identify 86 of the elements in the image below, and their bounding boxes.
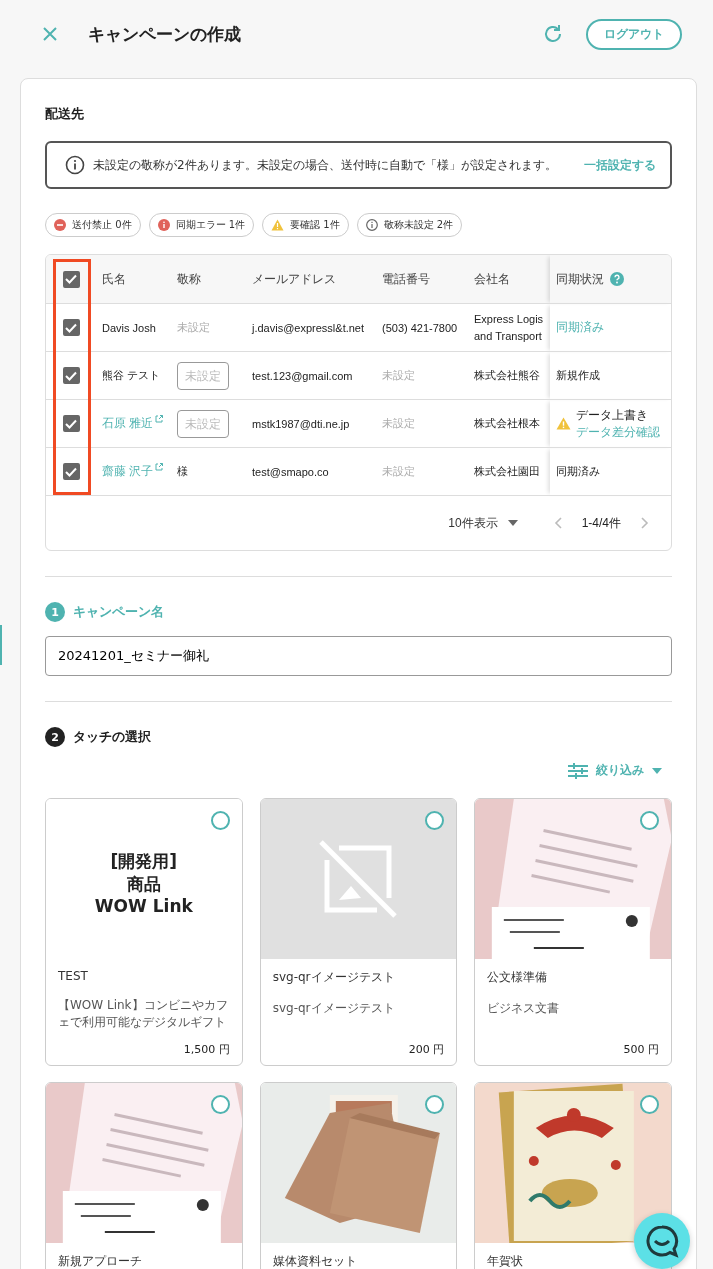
info-icon (365, 219, 378, 231)
company-text: 株式会社熊谷 (474, 369, 540, 382)
contact-name: 熊谷 テスト (102, 369, 161, 381)
product-card[interactable]: svg-qrイメージテスト svg-qrイメージテスト 200 円 (259, 798, 458, 1066)
email-text: mstk1987@dti.ne.jp (252, 417, 350, 430)
card-description: ビジネス文書 (487, 1000, 561, 1017)
column-header: 会社名 (474, 271, 510, 286)
column-header: 電話番号 (382, 271, 430, 286)
page-title: キャンペーンの作成 (88, 22, 241, 46)
page-range: 1-4/4件 (581, 514, 621, 532)
filter-chip[interactable]: 要確認 1件 (262, 213, 349, 237)
refresh-icon[interactable] (542, 23, 564, 45)
step-title: タッチの選択 (73, 728, 151, 746)
filter-chip[interactable]: 送付禁止 0件 (45, 213, 141, 237)
image-caption: 商品 (126, 872, 161, 896)
unset-text: 未設定 (382, 369, 415, 381)
email-text: j.davis@expressl&t.net (252, 321, 365, 334)
product-card[interactable]: 公文様準備 ビジネス文書 500 円 (474, 798, 672, 1066)
minus-circle-icon (54, 219, 66, 231)
sync-status: データ上書き (576, 406, 649, 424)
card-price: 200 円 (408, 1042, 445, 1057)
sliders-icon (568, 762, 588, 779)
previous-page-icon[interactable] (553, 517, 562, 529)
alert-circle-icon (157, 219, 170, 231)
step-title: キャンペーン名 (73, 603, 164, 621)
section-heading: 配送先 (45, 105, 85, 123)
caret-icon (652, 767, 662, 774)
info-icon (65, 155, 85, 175)
step-number: 1 (45, 602, 65, 622)
campaign-name-field[interactable]: 20241201_セミナー御礼 (45, 636, 672, 676)
column-header: メールアドレス (252, 271, 336, 286)
sync-status: 新規作成 (556, 369, 600, 381)
card-title: 公文様準備 (487, 969, 549, 986)
caret-icon (507, 520, 518, 526)
select-all-checkbox[interactable] (62, 270, 80, 288)
honorific-text: 様 (177, 465, 188, 477)
select-radio[interactable] (425, 811, 445, 830)
company-text: 株式会社根本 (474, 417, 540, 430)
card-price: 500 円 (623, 1042, 659, 1057)
row-checkbox[interactable] (62, 463, 80, 480)
unset-text: 未設定 (177, 321, 210, 333)
image-caption: WOW Link (94, 895, 193, 919)
select-radio[interactable] (210, 811, 230, 830)
warning-icon (556, 417, 571, 430)
product-card[interactable]: 年賀状 (474, 1082, 672, 1269)
image-caption: [開発用] (110, 849, 178, 873)
product-card[interactable]: 媒体資料セット (259, 1082, 458, 1269)
unset-text: 未設定 (382, 417, 415, 429)
product-card[interactable]: 新規アプローチ (45, 1082, 243, 1269)
next-page-icon[interactable] (641, 517, 649, 529)
filter-chip[interactable]: 同期エラー 1件 (148, 213, 255, 237)
external-link-icon (155, 415, 164, 423)
page-size-dropdown[interactable]: 10件表示 (442, 513, 524, 533)
column-header: 同期状況 (556, 270, 604, 288)
warning-icon (271, 219, 285, 231)
external-link-icon (155, 463, 164, 471)
card-title: TEST (58, 969, 89, 983)
card-title: svg-qrイメージテスト (272, 969, 396, 986)
card-title: 新規アプローチ (58, 1253, 143, 1269)
row-checkbox[interactable] (62, 367, 80, 384)
help-icon[interactable] (610, 272, 624, 286)
honorific-field[interactable]: 未設定 (177, 361, 229, 390)
sync-status: 同期済み (556, 465, 600, 477)
close-icon[interactable] (42, 26, 58, 42)
product-card[interactable]: [開発用] 商品 WOW Link TEST 【WOW Link】コンビニやカフェで利用可能なデジタルギフト 1,500 円 (45, 798, 243, 1066)
card-price: 1,500 円 (183, 1042, 230, 1057)
email-text: test@smapo.co (252, 465, 329, 478)
card-title: 年賀状 (487, 1253, 525, 1269)
row-checkbox[interactable] (62, 415, 80, 432)
column-header: 敬称 (177, 271, 201, 286)
card-description: svg-qrイメージテスト (272, 1000, 396, 1017)
unset-text: 未設定 (382, 465, 415, 477)
company-text: Express Logis and Transport (474, 313, 544, 342)
honorific-field[interactable]: 未設定 (177, 409, 229, 438)
email-text: test.123@gmail.com (252, 369, 353, 382)
card-description: 【WOW Link】コンビニやカフェで利用可能なデジタルギフト (58, 997, 229, 1032)
phone-text: (503) 421-7800 (382, 321, 458, 334)
card-title: 媒体資料セット (272, 1253, 358, 1269)
chat-bubble-icon (645, 1224, 679, 1258)
filter-chip[interactable]: 敬称未設定 2件 (356, 213, 463, 237)
notice-text: 未設定の敬称が2件あります。未設定の場合、送付時に自動で「様」が設定されます。 (93, 156, 558, 174)
step-number: 2 (45, 727, 65, 747)
column-header: 氏名 (102, 271, 126, 286)
row-checkbox[interactable] (62, 319, 80, 336)
company-text: 株式会社園田 (474, 465, 540, 478)
contact-name: Davis Josh (102, 321, 156, 334)
